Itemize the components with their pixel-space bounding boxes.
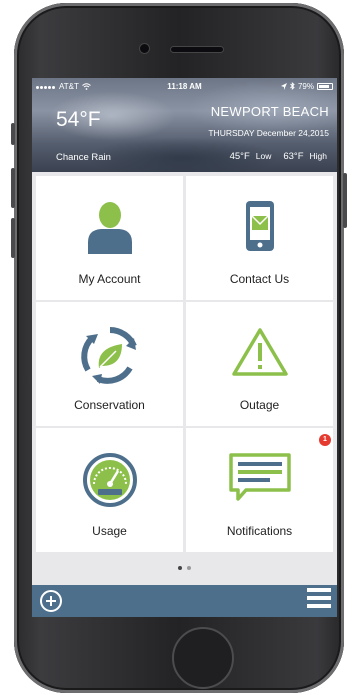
tile-contact-us[interactable]: Contact Us [186,176,333,300]
hamburger-menu-icon[interactable] [307,588,331,614]
location-arrow-icon [280,82,287,90]
tile-label: Outage [239,398,280,412]
high-temp-value: 63°F [283,151,304,162]
battery-icon [317,82,333,90]
weather-header: AT&T 11:18 AM 79% 54°F NEWPORT BEACH THU… [32,78,337,172]
tile-usage[interactable]: Usage [36,428,183,552]
add-button[interactable] [40,590,62,612]
page-dot-2[interactable] [187,566,191,570]
tile-label: Notifications [226,524,293,538]
battery-percent: 79% [297,81,314,91]
app-screen: AT&T 11:18 AM 79% 54°F NEWPORT BEACH THU… [32,78,337,617]
notification-badge: 1 [319,434,331,446]
bottom-toolbar [32,585,337,617]
signal-dots-icon [36,82,56,91]
tile-conservation[interactable]: Conservation [36,302,183,426]
tile-label: Contact Us [229,272,290,286]
front-camera [140,44,149,53]
gauge-icon [82,453,137,507]
carrier-label: AT&T [59,81,79,91]
status-time: 11:18 AM [167,81,202,91]
power-button [343,173,347,228]
bluetooth-icon [290,82,295,90]
volume-up-button [11,168,15,208]
current-temperature: 54°F [56,108,101,131]
tile-label: My Account [78,272,141,286]
tile-my-account[interactable]: My Account [36,176,183,300]
volume-down-button [11,218,15,258]
person-icon [87,202,132,254]
warning-icon [231,328,288,376]
mute-switch [11,123,15,145]
earpiece-speaker [171,47,223,52]
low-temp-label: Low [255,151,272,161]
low-temp-value: 45°F [229,151,250,162]
weather-condition: Chance Rain [56,152,111,163]
wifi-icon [82,82,91,90]
page-dot-1[interactable] [178,566,182,570]
page-indicator[interactable] [32,566,337,570]
tile-outage[interactable]: Outage [186,302,333,426]
current-date: THURSDAY December 24,2015 [208,128,329,138]
city-name: NEWPORT BEACH [210,104,329,119]
chat-notification-icon [228,453,291,501]
tile-notifications[interactable]: 1 Notifications [186,428,333,552]
high-temp-label: High [309,151,327,161]
home-button[interactable] [172,627,234,689]
status-bar: AT&T 11:18 AM 79% [36,80,333,92]
tile-label: Conservation [74,398,145,412]
leaf-recycle-icon [80,327,137,384]
high-low-temps: 45°F Low 63°F High [230,151,327,162]
phone-message-icon [245,201,274,251]
tile-label: Usage [92,524,127,538]
